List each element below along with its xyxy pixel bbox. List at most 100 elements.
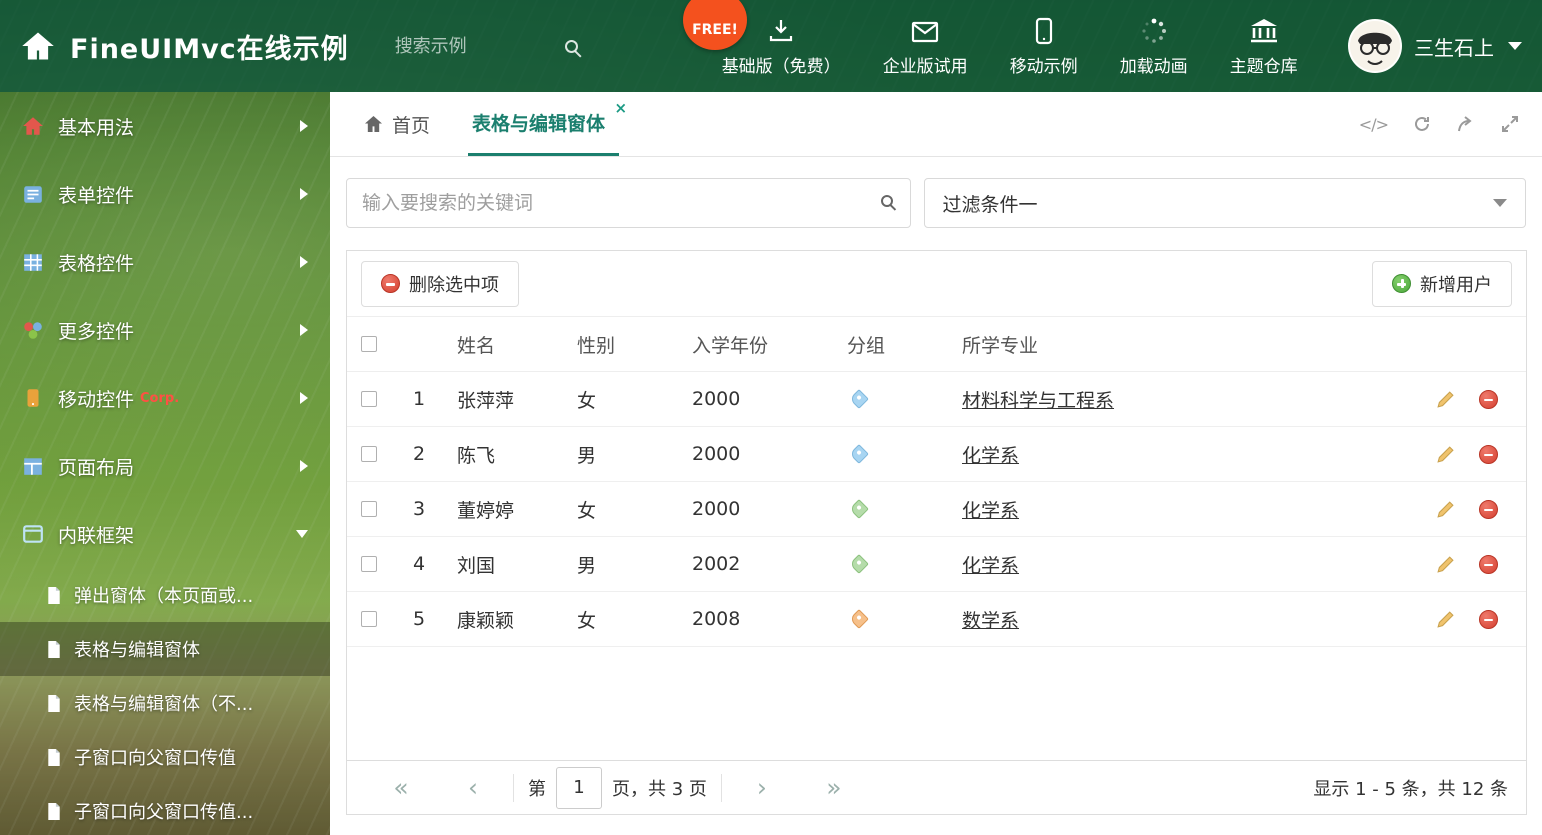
row-year: 2000 xyxy=(692,443,741,465)
edit-icon[interactable] xyxy=(1436,500,1455,519)
home-icon[interactable] xyxy=(20,29,56,63)
filter-row: 过滤条件一 xyxy=(330,157,1542,228)
delete-row-icon[interactable] xyxy=(1479,389,1498,409)
share-icon[interactable] xyxy=(1456,114,1476,134)
plus-icon xyxy=(1392,274,1411,293)
select-all-checkbox[interactable] xyxy=(361,336,377,352)
sidebar: 基本用法 表单控件 表格控件 更多控件 移动控件 Corp. 页面布局 内联框架… xyxy=(0,92,330,835)
code-view-icon[interactable] xyxy=(1359,115,1388,134)
next-page-button[interactable] xyxy=(726,773,798,802)
main-content: 首页 表格与编辑窗体 × </> 输入要搜索的关键词 过滤条件一 删除选中项 新… xyxy=(330,92,1542,835)
app-header: FineUIMvc在线示例 FREE! 基础版（免费） xyxy=(0,0,1542,92)
edit-icon[interactable] xyxy=(1436,555,1455,574)
sidebar-subitem-grid-edit-window-2[interactable]: 表格与编辑窗体（不... xyxy=(0,676,330,730)
filter-dropdown[interactable]: 过滤条件一 xyxy=(923,178,1526,228)
row-number: 4 xyxy=(413,553,426,575)
search-icon[interactable] xyxy=(564,39,578,53)
header-search-input[interactable] xyxy=(394,35,565,57)
sidebar-subitem-label: 子窗口向父窗口传值... xyxy=(74,802,254,823)
sidebar-item-label: 页面布局 xyxy=(58,456,135,479)
user-menu[interactable]: 三生石上 xyxy=(1348,19,1522,73)
delete-row-icon[interactable] xyxy=(1479,554,1498,574)
last-page-button[interactable] xyxy=(798,773,870,802)
nav-label: 企业版试用 xyxy=(882,57,968,77)
keyword-search-input[interactable] xyxy=(346,178,911,228)
sidebar-subitem-child-to-parent[interactable]: 子窗口向父窗口传值 xyxy=(0,730,330,784)
download-icon xyxy=(767,15,795,45)
sidebar-subitem-label: 表格与编辑窗体（不... xyxy=(74,694,254,715)
nav-label: 基础版（免费） xyxy=(721,57,841,77)
chevron-right-icon xyxy=(300,256,308,268)
edit-icon[interactable] xyxy=(1436,445,1455,464)
tag-icon xyxy=(849,609,869,629)
row-year: 2000 xyxy=(692,388,741,410)
row-checkbox[interactable] xyxy=(361,501,377,517)
nav-item-mobile-demo[interactable]: 移动示例 xyxy=(993,15,1095,77)
page-input[interactable] xyxy=(556,766,602,809)
keyword-search xyxy=(346,178,911,228)
chevron-right-icon xyxy=(300,324,308,336)
sidebar-item-inline-frame[interactable]: 内联框架 xyxy=(0,500,330,568)
prev-page-button[interactable] xyxy=(437,773,509,802)
row-name: 陈飞 xyxy=(457,444,496,467)
delete-row-icon[interactable] xyxy=(1479,609,1498,629)
nav-item-loading-animation[interactable]: 加载动画 xyxy=(1103,15,1205,77)
col-major: 所学专业 xyxy=(962,334,1039,357)
nav-item-theme-repo[interactable]: 主题仓库 xyxy=(1213,15,1315,77)
divider xyxy=(720,773,722,802)
sidebar-item-page-layout[interactable]: 页面布局 xyxy=(0,432,330,500)
sidebar-subitem-child-to-parent-2[interactable]: 子窗口向父窗口传值... xyxy=(0,784,330,835)
row-year: 2008 xyxy=(692,608,741,630)
app-window: FineUIMvc在线示例 FREE! 基础版（免费） xyxy=(0,0,1542,835)
col-gender: 性别 xyxy=(577,334,616,357)
delete-row-icon[interactable] xyxy=(1479,499,1498,519)
corp-badge: Corp. xyxy=(140,390,180,406)
first-page-button[interactable] xyxy=(365,773,437,802)
major-link[interactable]: 材料科学与工程系 xyxy=(962,386,1114,413)
row-checkbox[interactable] xyxy=(361,556,377,572)
sidebar-item-label: 更多控件 xyxy=(58,320,135,343)
mobile-icon xyxy=(27,389,39,407)
refresh-icon[interactable] xyxy=(1412,114,1432,134)
sidebar-item-form-controls[interactable]: 表单控件 xyxy=(0,160,330,228)
major-link[interactable]: 化学系 xyxy=(962,551,1019,578)
chevron-right-icon xyxy=(300,460,308,472)
sidebar-item-mobile-controls[interactable]: 移动控件 Corp. xyxy=(0,364,330,432)
delete-row-icon[interactable] xyxy=(1479,444,1498,464)
row-checkbox[interactable] xyxy=(361,446,377,462)
row-gender: 男 xyxy=(577,444,597,467)
tab-home[interactable]: 首页 xyxy=(360,92,434,156)
row-number: 2 xyxy=(413,443,426,465)
sidebar-subitem-label: 弹出窗体（本页面或... xyxy=(74,586,254,607)
delete-selected-button[interactable]: 删除选中项 xyxy=(361,260,519,307)
sidebar-item-more-controls[interactable]: 更多控件 xyxy=(0,296,330,364)
row-checkbox[interactable] xyxy=(361,611,377,627)
sidebar-item-label: 基本用法 xyxy=(58,116,135,139)
search-icon[interactable] xyxy=(880,195,893,207)
sidebar-item-table-controls[interactable]: 表格控件 xyxy=(0,228,330,296)
row-checkbox[interactable] xyxy=(361,391,377,407)
table-row: 2 陈飞 男 2000 化学系 xyxy=(347,427,1526,482)
nav-item-enterprise-trial[interactable]: 企业版试用 xyxy=(866,15,985,77)
row-name: 张萍萍 xyxy=(457,389,515,412)
sidebar-item-basic-usage[interactable]: 基本用法 xyxy=(0,92,330,160)
edit-icon[interactable] xyxy=(1436,390,1455,409)
close-icon[interactable] xyxy=(614,101,627,116)
tag-icon xyxy=(849,389,869,409)
home-icon xyxy=(364,115,383,133)
envelope-icon xyxy=(910,15,940,45)
table-row: 5 康颖颖 女 2008 数学系 xyxy=(347,592,1526,647)
major-link[interactable]: 化学系 xyxy=(962,441,1019,468)
avatar xyxy=(1348,19,1402,73)
add-user-button[interactable]: 新增用户 xyxy=(1372,260,1512,307)
edit-icon[interactable] xyxy=(1436,610,1455,629)
major-link[interactable]: 数学系 xyxy=(962,606,1019,633)
sidebar-subitem-popup-window[interactable]: 弹出窗体（本页面或... xyxy=(0,568,330,622)
tab-label: 表格与编辑窗体 xyxy=(472,113,606,135)
sidebar-subitem-grid-edit-window[interactable]: 表格与编辑窗体 xyxy=(0,622,330,676)
file-icon xyxy=(48,640,60,658)
major-link[interactable]: 化学系 xyxy=(962,496,1019,523)
tag-icon xyxy=(849,444,869,464)
tab-grid-edit-window[interactable]: 表格与编辑窗体 xyxy=(468,92,620,156)
fullscreen-icon[interactable] xyxy=(1500,114,1520,134)
